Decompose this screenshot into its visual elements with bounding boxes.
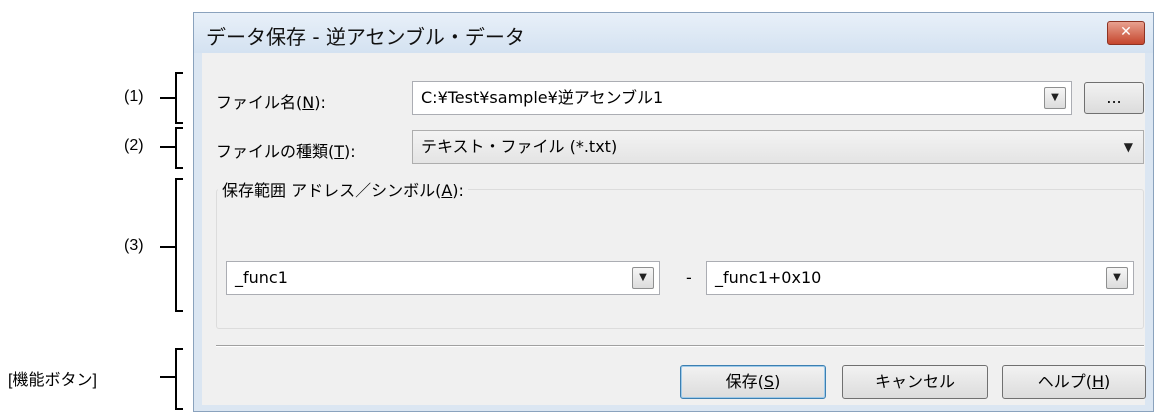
- browse-button[interactable]: ...: [1084, 82, 1144, 114]
- save-range-title: 保存範囲 アドレス／シンボル(A):: [218, 177, 468, 201]
- annotation-1-bracket: [175, 72, 183, 124]
- file-type-select[interactable]: テキスト・ファイル (*.txt) ▼: [412, 130, 1144, 164]
- range-separator: -: [686, 268, 692, 287]
- file-type-value: テキスト・ファイル (*.txt): [421, 137, 618, 156]
- range-end-dropdown-button[interactable]: ▼: [1106, 267, 1128, 289]
- annotation-1-leader: [160, 97, 175, 99]
- annotation-1: (1): [124, 88, 144, 105]
- close-button[interactable]: ✕: [1107, 21, 1145, 45]
- chevron-down-icon: ▼: [1123, 140, 1133, 154]
- annotation-3-bracket: [175, 178, 183, 312]
- file-name-label: ファイル名(N):: [216, 93, 326, 112]
- cancel-button[interactable]: キャンセル: [842, 365, 988, 399]
- annotation-3-leader: [160, 246, 175, 248]
- range-start-dropdown-button[interactable]: ▼: [632, 267, 654, 289]
- annotation-2-bracket: [175, 127, 183, 169]
- close-icon: ✕: [1120, 24, 1132, 40]
- chevron-down-icon: ▼: [639, 272, 647, 283]
- range-start-value: _func1: [235, 268, 288, 287]
- file-type-label: ファイルの種類(T):: [216, 142, 356, 161]
- save-range-group: [216, 189, 1144, 329]
- save-data-dialog: データ保存 - 逆アセンブル・データ ✕ ファイル名(N): C:¥Test¥s…: [193, 12, 1154, 412]
- range-end-value: _func1+0x10: [715, 268, 822, 287]
- save-button[interactable]: 保存(S): [680, 365, 826, 399]
- annotation-4-leader: [160, 376, 175, 378]
- dialog-body: ファイル名(N): C:¥Test¥sample¥逆アセンブル1 ▼ ... フ…: [202, 53, 1146, 405]
- annotation-2-leader: [160, 146, 175, 148]
- annotation-3: (3): [124, 237, 144, 254]
- browse-label: ...: [1106, 88, 1122, 107]
- range-start-input[interactable]: _func1: [226, 261, 660, 295]
- file-name-value: C:¥Test¥sample¥逆アセンブル1: [421, 88, 664, 107]
- help-button[interactable]: ヘルプ(H): [1002, 365, 1146, 399]
- range-end-input[interactable]: _func1+0x10: [706, 261, 1134, 295]
- button-separator: [216, 345, 1144, 347]
- annotation-function-buttons: [機能ボタン]: [8, 372, 97, 389]
- file-name-input[interactable]: C:¥Test¥sample¥逆アセンブル1: [412, 81, 1072, 115]
- annotation-4-bracket: [175, 348, 183, 410]
- chevron-down-icon: ▼: [1113, 272, 1121, 283]
- title-bar[interactable]: データ保存 - 逆アセンブル・データ ✕: [194, 13, 1153, 53]
- dialog-title: データ保存 - 逆アセンブル・データ: [206, 25, 525, 49]
- file-name-dropdown-button[interactable]: ▼: [1044, 87, 1066, 109]
- chevron-down-icon: ▼: [1051, 92, 1059, 103]
- annotation-2: (2): [124, 137, 144, 154]
